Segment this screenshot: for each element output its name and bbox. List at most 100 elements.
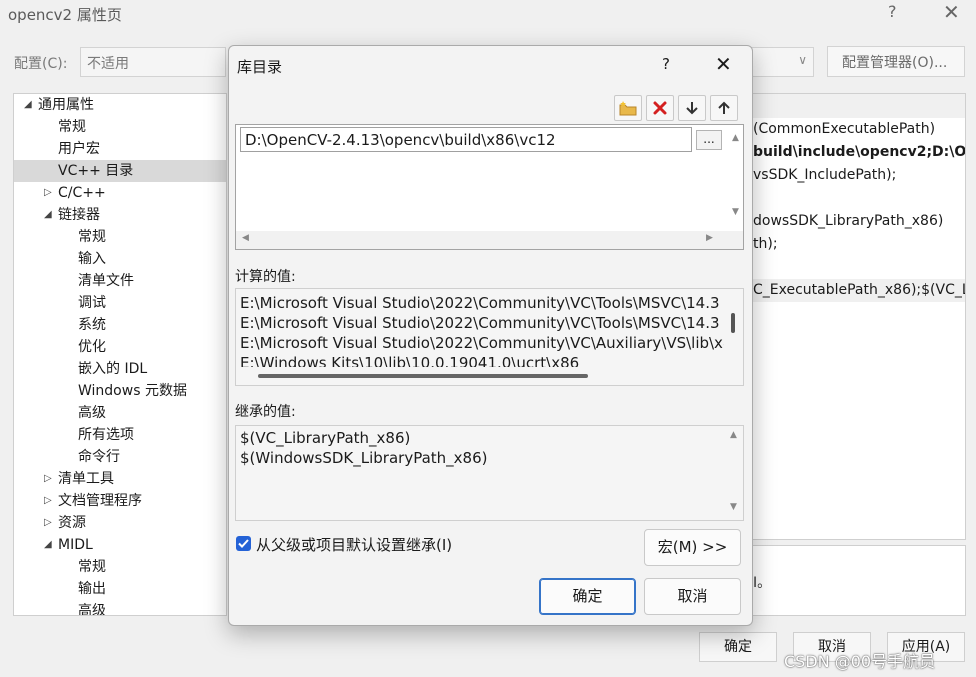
config-select[interactable]: 不适用	[80, 47, 226, 77]
expanded-icon[interactable]: ◢	[24, 94, 32, 116]
computed-value: E:\Microsoft Visual Studio\2022\Communit…	[240, 314, 720, 332]
tree-item[interactable]: 用户宏	[14, 138, 226, 160]
move-down-button[interactable]	[678, 95, 706, 121]
tree-item[interactable]: 高级	[14, 402, 226, 424]
tree-item-label: 所有选项	[78, 427, 134, 443]
ok-button[interactable]: 确定	[699, 632, 777, 662]
new-folder-icon	[619, 101, 637, 116]
grid-value[interactable]: build\include\opencv2;D:\Op	[741, 141, 965, 164]
description-panel: I。	[740, 545, 966, 616]
close-button[interactable]: ✕	[943, 0, 960, 24]
grid-value[interactable]: (CommonExecutablePath)	[741, 118, 965, 141]
config-manager-button[interactable]: 配置管理器(O)...	[827, 46, 965, 77]
computed-horizontal-scrollbar[interactable]	[236, 367, 743, 385]
tree-item[interactable]: 输入	[14, 248, 226, 270]
tree-item-label: 输入	[78, 251, 106, 267]
tree-item[interactable]: VC++ 目录	[14, 160, 226, 182]
tree-item[interactable]: ▷ 文档管理程序	[14, 490, 226, 512]
tree-item[interactable]: ▷ 资源	[14, 512, 226, 534]
scrollbar-thumb[interactable]	[258, 374, 588, 378]
dialog-ok-button[interactable]: 确定	[539, 578, 636, 615]
computed-values-box: E:\Microsoft Visual Studio\2022\Communit…	[235, 288, 744, 386]
tree-item[interactable]: ◢ 通用属性	[14, 94, 226, 116]
tree-item-label: 调试	[78, 295, 106, 311]
grid-value[interactable]: dowsSDK_LibraryPath_x86)	[741, 210, 965, 233]
tree-item[interactable]: ◢ MIDL	[14, 534, 226, 556]
tree-item[interactable]: 高级	[14, 600, 226, 616]
dialog-cancel-button[interactable]: 取消	[644, 578, 741, 615]
scroll-right-icon[interactable]: ▶	[706, 233, 713, 243]
scroll-left-icon[interactable]: ◀	[242, 233, 249, 243]
dialog-help-button[interactable]: ?	[662, 55, 670, 73]
collapsed-icon[interactable]: ▷	[44, 468, 52, 490]
expanded-icon[interactable]: ◢	[44, 204, 52, 226]
collapsed-icon[interactable]: ▷	[44, 182, 52, 204]
tree-item[interactable]: 清单文件	[14, 270, 226, 292]
description-text: I。	[753, 575, 772, 591]
tree-item-label: 高级	[78, 603, 106, 616]
inherited-vertical-scrollbar[interactable]: ▲ ▼	[728, 426, 741, 520]
tree-item-label: 输出	[78, 581, 106, 597]
dialog-close-button[interactable]: ✕	[715, 52, 732, 76]
scroll-up-icon[interactable]: ▲	[732, 133, 739, 143]
expanded-icon[interactable]: ◢	[44, 534, 52, 556]
tree-item-label: 通用属性	[38, 97, 94, 113]
tree-item[interactable]: 系统	[14, 314, 226, 336]
tree-item-label: 常规	[78, 559, 106, 575]
inherit-checkbox-label[interactable]: 从父级或项目默认设置继承(I)	[256, 534, 452, 555]
tree-item[interactable]: 所有选项	[14, 424, 226, 446]
directory-edit-list[interactable]: D:\OpenCV-2.4.13\opencv\build\x86\vc12 .…	[235, 124, 744, 250]
property-tree[interactable]: ◢ 通用属性 常规 用户宏 VC++ 目录 ▷ C/C++ ◢ 链接器 常规 输入 清单文件 调试 系统优…	[13, 93, 227, 616]
tree-item[interactable]: 常规	[14, 556, 226, 578]
grid-value[interactable]	[741, 95, 965, 118]
new-line-button[interactable]	[614, 95, 642, 121]
library-directories-dialog: 库目录 ? ✕ D:\OpenCV-2.4.13\opencv\build\x8…	[228, 45, 753, 626]
help-button[interactable]: ?	[888, 2, 897, 21]
delete-icon	[653, 101, 667, 115]
tree-item-label: 清单工具	[58, 471, 114, 487]
tree-item[interactable]: Windows 元数据	[14, 380, 226, 402]
move-down-icon	[686, 102, 698, 115]
tree-item[interactable]: 调试	[14, 292, 226, 314]
move-up-button[interactable]	[710, 95, 738, 121]
platform-select[interactable]: ∨	[750, 47, 814, 77]
tree-item[interactable]: 常规	[14, 226, 226, 248]
tree-item[interactable]: 常规	[14, 116, 226, 138]
delete-line-button[interactable]	[646, 95, 674, 121]
config-label: 配置(C):	[14, 56, 68, 72]
tree-item[interactable]: 优化	[14, 336, 226, 358]
scroll-up-icon[interactable]: ▲	[730, 430, 737, 440]
tree-item-label: 高级	[78, 405, 106, 421]
inherit-checkbox[interactable]	[236, 536, 251, 551]
property-grid[interactable]: (CommonExecutablePath) build\include\open…	[740, 93, 966, 540]
collapsed-icon[interactable]: ▷	[44, 512, 52, 534]
grid-value[interactable]: C_ExecutablePath_x86);$(VC_L	[741, 279, 965, 302]
tree-item-label: Windows 元数据	[78, 383, 187, 399]
scroll-down-icon[interactable]: ▼	[732, 207, 739, 217]
tree-item-label: 常规	[58, 119, 86, 135]
tree-item-label: 优化	[78, 339, 106, 355]
tree-item[interactable]: ▷ C/C++	[14, 182, 226, 204]
computed-value: E:\Microsoft Visual Studio\2022\Communit…	[240, 294, 720, 312]
collapsed-icon[interactable]: ▷	[44, 490, 52, 512]
tree-item[interactable]: ◢ 链接器	[14, 204, 226, 226]
tree-item-label: 系统	[78, 317, 106, 333]
grid-value[interactable]: vsSDK_IncludePath);	[741, 164, 965, 187]
tree-item-label: 嵌入的 IDL	[78, 361, 148, 377]
computed-vertical-scrollbar[interactable]	[724, 289, 743, 369]
tree-item-label: 文档管理程序	[58, 493, 142, 509]
grid-value[interactable]: th);	[741, 233, 965, 256]
directory-input[interactable]: D:\OpenCV-2.4.13\opencv\build\x86\vc12	[240, 127, 692, 152]
scroll-down-icon[interactable]: ▼	[730, 502, 737, 512]
move-up-icon	[718, 101, 730, 114]
tree-item[interactable]: ▷ 清单工具	[14, 468, 226, 490]
inherited-values-box: $(VC_LibraryPath_x86) $(WindowsSDK_Libra…	[235, 425, 744, 521]
browse-button[interactable]: ...	[696, 130, 722, 150]
edit-vertical-scrollbar[interactable]: ▲ ▼	[730, 125, 743, 233]
tree-item[interactable]: 命令行	[14, 446, 226, 468]
tree-item[interactable]: 输出	[14, 578, 226, 600]
edit-horizontal-scrollbar[interactable]: ◀ ▶	[236, 231, 743, 249]
macros-button[interactable]: 宏(M) >>	[644, 529, 741, 566]
scrollbar-thumb[interactable]	[731, 313, 735, 333]
tree-item[interactable]: 嵌入的 IDL	[14, 358, 226, 380]
